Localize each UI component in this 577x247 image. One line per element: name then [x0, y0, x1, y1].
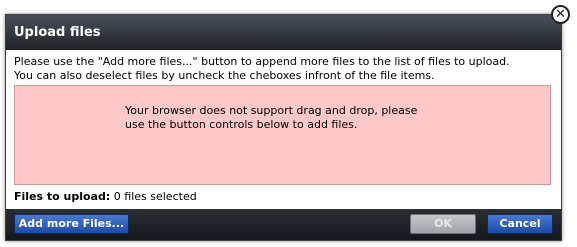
files-status: Files to upload: 0 files selected	[14, 190, 197, 204]
files-selected-count: 0 files selected	[113, 190, 197, 203]
instructions-line-1: Please use the "Add more files..." butto…	[14, 55, 510, 68]
dialog-titlebar: Upload files	[6, 15, 561, 50]
drop-zone-line-2: use the button controls below to add fil…	[125, 118, 358, 131]
dialog-title: Upload files	[14, 25, 101, 40]
add-more-files-button[interactable]: Add more Files...	[14, 214, 129, 234]
close-icon[interactable]: ✕	[551, 5, 570, 24]
drop-zone-line-1: Your browser does not support drag and d…	[125, 104, 418, 117]
ok-button[interactable]: OK	[410, 214, 476, 234]
drop-zone[interactable]: Your browser does not support drag and d…	[14, 85, 551, 185]
upload-dialog: Upload files Please use the "Add more fi…	[5, 14, 562, 241]
drop-zone-message: Your browser does not support drag and d…	[125, 104, 455, 132]
instructions-line-2: You can also deselect files by uncheck t…	[14, 69, 435, 82]
dialog-body: Please use the "Add more files..." butto…	[6, 50, 561, 209]
dialog-footer: Add more Files... OK Cancel	[6, 209, 561, 240]
cancel-button[interactable]: Cancel	[487, 214, 553, 234]
instructions-text: Please use the "Add more files..." butto…	[14, 55, 554, 83]
files-to-upload-label: Files to upload:	[14, 190, 111, 203]
